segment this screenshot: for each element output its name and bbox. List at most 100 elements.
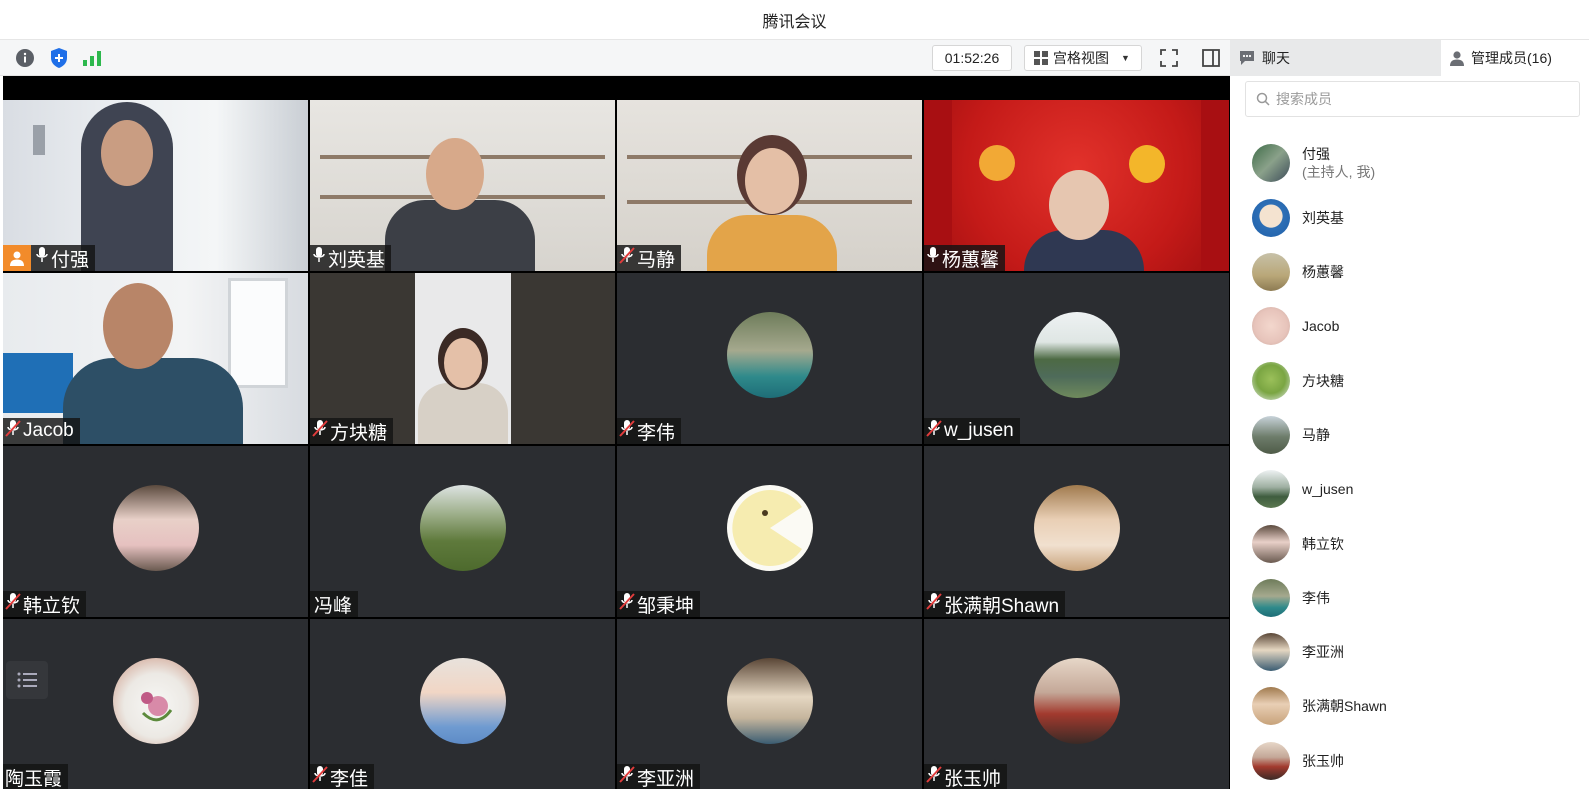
video-tile[interactable]: 李亚洲 — [617, 619, 922, 790]
member-search-field[interactable]: 搜索成员 — [1245, 81, 1580, 117]
member-list-item[interactable]: Jacob — [1252, 306, 1582, 346]
mic-muted-icon — [926, 592, 942, 616]
chevron-down-icon: ▼ — [1121, 53, 1130, 63]
member-name: 张玉帅 — [1302, 753, 1344, 769]
member-list-item[interactable]: 付强 (主持人, 我) — [1252, 143, 1582, 183]
member-name: 方块糖 — [1302, 373, 1344, 389]
video-tile[interactable]: 陶玉霞 — [3, 619, 308, 790]
member-list-item[interactable]: 韩立钦 — [1252, 524, 1582, 564]
member-list-item[interactable]: 马静 — [1252, 415, 1582, 455]
member-icon — [1450, 51, 1464, 66]
participant-list-toggle-button[interactable] — [6, 661, 48, 699]
search-icon — [1256, 92, 1270, 106]
title-bar: 腾讯会议 — [0, 0, 1589, 40]
avatar — [1252, 416, 1290, 454]
member-name: 杨蕙馨 — [1302, 264, 1344, 280]
avatar — [1252, 307, 1290, 345]
participant-name: 李亚洲 — [637, 768, 695, 790]
avatar — [1252, 253, 1290, 291]
video-tile[interactable]: 刘英基 — [310, 100, 615, 271]
member-name: 马静 — [1302, 427, 1330, 443]
mic-icon — [926, 246, 940, 270]
avatar — [1252, 687, 1290, 725]
video-tile[interactable]: w_jusen — [924, 273, 1229, 444]
video-tile[interactable]: 付强 — [3, 100, 308, 271]
avatar — [726, 484, 813, 571]
video-tile[interactable]: 冯峰 — [310, 446, 615, 617]
participant-name: 冯峰 — [314, 595, 353, 617]
video-tile[interactable]: 方块糖 — [310, 273, 615, 444]
participant-nameplate: 张玉帅 — [924, 764, 1008, 790]
mic-icon — [312, 246, 326, 270]
video-tile[interactable]: 李佳 — [310, 619, 615, 790]
mic-icon — [35, 246, 49, 270]
member-name: 刘英基 — [1302, 210, 1344, 226]
member-name: 付强 — [1302, 146, 1330, 162]
participant-nameplate: 李亚洲 — [617, 764, 701, 790]
member-list-item[interactable]: 方块糖 — [1252, 361, 1582, 401]
info-icon[interactable] — [13, 46, 37, 70]
participant-name: 马静 — [637, 249, 676, 271]
avatar — [1252, 362, 1290, 400]
participant-nameplate: 李伟 — [617, 418, 682, 444]
participant-name: 杨蕙馨 — [942, 249, 1000, 271]
mic-muted-icon — [619, 419, 635, 443]
view-mode-select[interactable]: 宫格视图 ▼ — [1024, 45, 1142, 71]
participant-nameplate: 杨蕙馨 — [924, 245, 1006, 271]
avatar — [1252, 144, 1290, 182]
video-tile[interactable]: 韩立钦 — [3, 446, 308, 617]
video-tile[interactable]: 张玉帅 — [924, 619, 1229, 790]
list-icon — [17, 672, 37, 688]
member-list-item[interactable]: 李亚洲 — [1252, 632, 1582, 672]
avatar — [1033, 657, 1120, 744]
participant-nameplate: 方块糖 — [310, 418, 394, 444]
view-mode-label: 宫格视图 — [1053, 50, 1109, 66]
host-icon — [3, 245, 31, 271]
mic-muted-icon — [5, 419, 21, 443]
shield-icon[interactable] — [47, 46, 71, 70]
member-role: (主持人, 我) — [1302, 164, 1376, 180]
mic-muted-icon — [312, 419, 328, 443]
participant-name: 邹秉坤 — [637, 595, 695, 617]
participant-name: 李佳 — [330, 768, 369, 790]
sidebar-toggle-icon[interactable] — [1199, 46, 1223, 70]
signal-icon[interactable] — [80, 46, 104, 70]
participant-nameplate: 韩立钦 — [3, 591, 87, 617]
member-list-item[interactable]: 张满朝Shawn — [1252, 686, 1582, 726]
participant-nameplate: 刘英基 — [310, 245, 392, 271]
fullscreen-icon[interactable] — [1157, 46, 1181, 70]
search-placeholder: 搜索成员 — [1276, 91, 1332, 107]
participant-name: Jacob — [23, 420, 74, 441]
video-tile[interactable]: 张满朝Shawn — [924, 446, 1229, 617]
video-tile[interactable]: 杨蕙馨 — [924, 100, 1229, 271]
video-tile[interactable]: 李伟 — [617, 273, 922, 444]
member-list-item[interactable]: w_jusen — [1252, 469, 1582, 509]
tab-chat-label: 聊天 — [1262, 50, 1290, 66]
member-list-item[interactable]: 张玉帅 — [1252, 741, 1582, 781]
member-name: 韩立钦 — [1302, 536, 1344, 552]
avatar — [1252, 579, 1290, 617]
tab-chat[interactable]: 聊天 — [1230, 40, 1441, 76]
tab-members[interactable]: 管理成员(16) — [1441, 40, 1589, 76]
avatar — [726, 311, 813, 398]
participant-nameplate: Jacob — [3, 418, 80, 444]
mic-muted-icon — [5, 592, 21, 616]
member-list-item[interactable]: 刘英基 — [1252, 198, 1582, 238]
participant-name: 陶玉霞 — [5, 768, 63, 790]
avatar — [1252, 470, 1290, 508]
member-list-item[interactable]: 杨蕙馨 — [1252, 252, 1582, 292]
video-tile[interactable]: Jacob — [3, 273, 308, 444]
video-tile[interactable]: 马静 — [617, 100, 922, 271]
avatar — [112, 657, 199, 744]
participant-nameplate: 冯峰 — [310, 591, 359, 617]
participant-nameplate: 李佳 — [310, 764, 375, 790]
participant-nameplate: 付强 — [3, 245, 96, 271]
tab-members-label: 管理成员(16) — [1471, 50, 1552, 66]
video-tile[interactable]: 邹秉坤 — [617, 446, 922, 617]
participant-nameplate: 张满朝Shawn — [924, 591, 1066, 617]
participant-nameplate: w_jusen — [924, 418, 1020, 444]
avatar — [1033, 484, 1120, 571]
chat-icon — [1240, 51, 1254, 65]
member-list-item[interactable]: 李伟 — [1252, 578, 1582, 618]
mic-muted-icon — [926, 419, 942, 443]
